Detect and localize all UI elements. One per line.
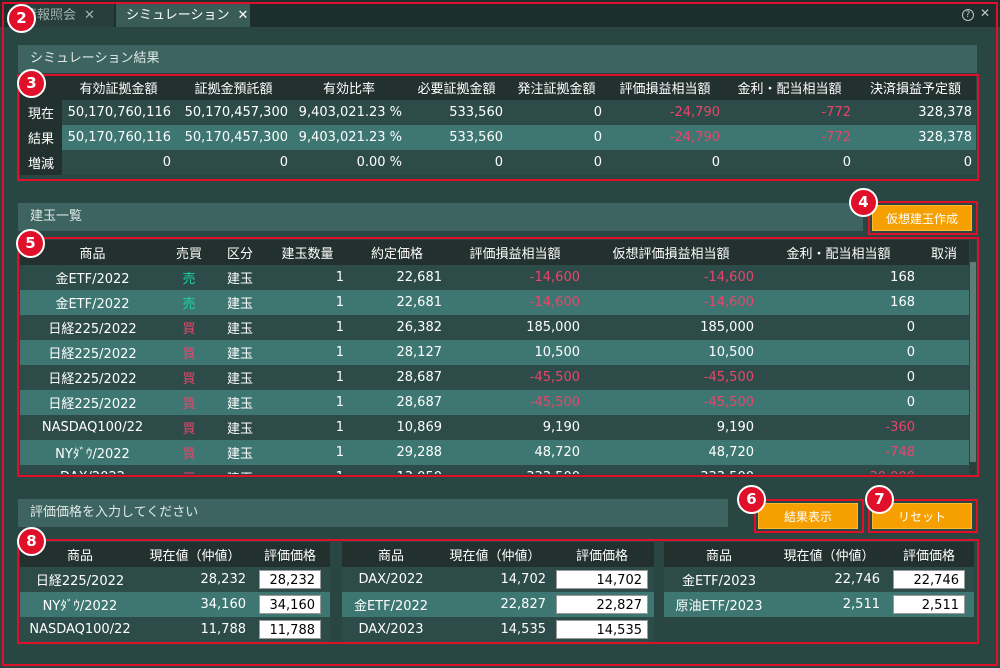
annotation-frame-3 <box>17 74 979 181</box>
annotation-frame-5 <box>17 237 979 477</box>
annotation-badge: 2 <box>7 4 36 33</box>
positions-section-header: 建玉一覧 <box>18 203 863 231</box>
annotation-badge: 7 <box>865 485 894 514</box>
annotation-badge: 3 <box>17 69 46 98</box>
annotation-badge: 8 <box>17 527 46 556</box>
annotation-badge: 4 <box>849 188 878 217</box>
section-title: シミュレーション結果 <box>30 51 160 66</box>
annotation-frame-6 <box>754 499 864 533</box>
annotation-badge: 6 <box>737 485 766 514</box>
annotation-frame-4 <box>868 201 978 235</box>
section-title: 評価価格を入力してください <box>30 505 199 520</box>
summary-section-header: シミュレーション結果 <box>18 45 977 73</box>
annotation-frame-8 <box>17 539 979 644</box>
prices-section-header: 評価価格を入力してください <box>18 499 728 527</box>
annotation-badge: 5 <box>16 229 45 258</box>
section-title: 建玉一覧 <box>30 209 83 224</box>
